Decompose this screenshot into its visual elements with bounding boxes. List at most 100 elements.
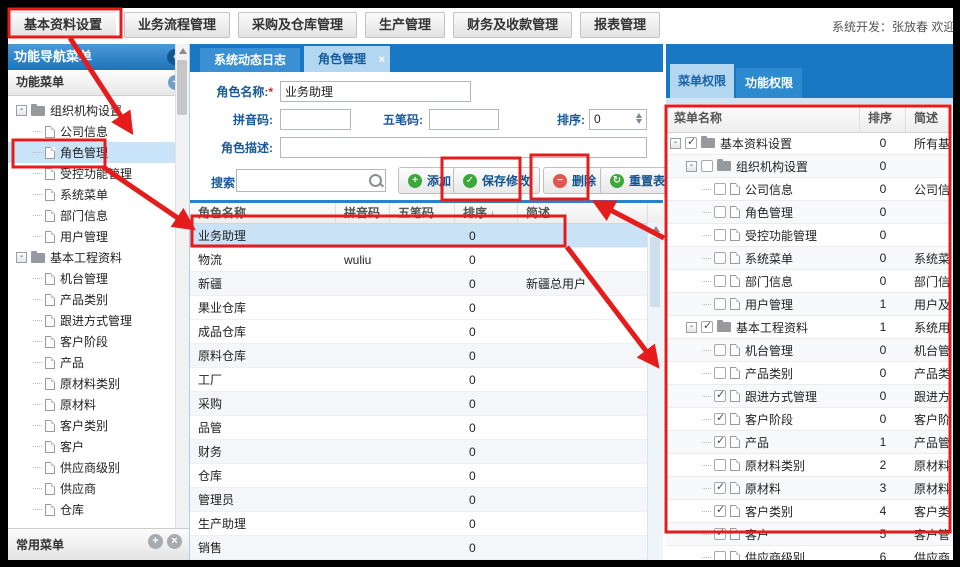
sidebar-item[interactable]: 角色管理 <box>8 142 189 163</box>
permission-row[interactable]: 受控功能管理0 <box>666 224 953 247</box>
permission-row[interactable]: 原材料类别2原材料 <box>666 454 953 477</box>
sidebar-item[interactable]: 客户类别 <box>8 415 189 436</box>
permission-row[interactable]: 客户类别4客户类 <box>666 500 953 523</box>
column-header[interactable]: 菜单名称 <box>666 104 860 132</box>
tab-1[interactable]: 系统动态日志 <box>200 48 300 72</box>
menu-button-4[interactable]: 生产管理 <box>365 12 445 38</box>
spinner-arrows-icon[interactable] <box>633 112 644 125</box>
permission-row[interactable]: 客户5客户管 <box>666 523 953 546</box>
menu-button-5[interactable]: 财务及收款管理 <box>453 12 572 38</box>
menu-button-3[interactable]: 采购及仓库管理 <box>238 12 357 38</box>
table-row[interactable]: 品管0 <box>190 416 663 440</box>
checkbox-unchecked[interactable] <box>714 275 726 287</box>
toolbar-button-3[interactable]: −删除 <box>543 167 606 194</box>
sidebar-item[interactable]: 机台管理 <box>8 268 189 289</box>
column-header[interactable]: 角色名称 <box>190 203 336 223</box>
collapse-icon[interactable]: - <box>686 322 697 333</box>
column-header[interactable]: 简述 <box>518 203 648 223</box>
close-circle-icon[interactable]: × <box>167 534 182 549</box>
permission-row[interactable]: 系统菜单0系统菜 <box>666 247 953 270</box>
sidebar-item[interactable]: 原材料类别 <box>8 373 189 394</box>
menu-button-1[interactable]: 基本资料设置 <box>10 12 116 38</box>
checkbox-unchecked[interactable] <box>714 367 726 379</box>
checkbox-unchecked[interactable] <box>714 206 726 218</box>
table-row[interactable]: 销售0 <box>190 536 663 560</box>
permission-row[interactable]: -组织机构设置0 <box>666 155 953 178</box>
permission-row[interactable]: 公司信息0公司信 <box>666 178 953 201</box>
sidebar-item[interactable]: 部门信息 <box>8 205 189 226</box>
checkbox-unchecked[interactable] <box>714 459 726 471</box>
table-row[interactable]: 新疆0新疆总用户 <box>190 272 663 296</box>
permission-row[interactable]: 用户管理1用户及 <box>666 293 953 316</box>
table-row[interactable]: 生产助理0 <box>190 512 663 536</box>
scroll-up-icon[interactable] <box>179 48 187 54</box>
table-row[interactable]: 果业仓库0 <box>190 296 663 320</box>
tab-2[interactable]: 角色管理× <box>304 46 390 72</box>
checkbox-unchecked[interactable] <box>714 229 726 241</box>
permissions-tab-2[interactable]: 功能权限 <box>736 68 802 98</box>
checkbox-checked[interactable] <box>714 505 726 517</box>
permission-row[interactable]: 机台管理0机台管 <box>666 339 953 362</box>
sidebar-item[interactable]: 客户 <box>8 436 189 457</box>
checkbox-unchecked[interactable] <box>714 344 726 356</box>
column-header[interactable]: 五笔码 <box>390 203 455 223</box>
table-row[interactable]: 原料仓库0 <box>190 344 663 368</box>
sidebar-item[interactable]: 产品类别 <box>8 289 189 310</box>
checkbox-checked[interactable] <box>714 390 726 402</box>
checkbox-unchecked[interactable] <box>701 160 713 172</box>
checkbox-checked[interactable] <box>701 321 713 333</box>
sidebar-footer[interactable]: 常用菜单 + × <box>8 528 189 560</box>
sidebar-item[interactable]: 用户管理 <box>8 226 189 247</box>
checkbox-checked[interactable] <box>714 413 726 425</box>
scroll-thumb[interactable] <box>177 60 187 115</box>
checkbox-checked[interactable] <box>714 528 726 540</box>
permissions-tab-1[interactable]: 菜单权限 <box>670 64 734 98</box>
permission-row[interactable]: 产品类别0产品类 <box>666 362 953 385</box>
sidebar-item[interactable]: 原材料 <box>8 394 189 415</box>
table-row[interactable]: 物流wuliu0 <box>190 248 663 272</box>
permission-row[interactable]: 角色管理0 <box>666 201 953 224</box>
close-icon[interactable]: × <box>379 47 385 73</box>
table-row[interactable]: 管理员0 <box>190 488 663 512</box>
checkbox-checked[interactable] <box>685 137 697 149</box>
table-row[interactable]: 成品仓库0 <box>190 320 663 344</box>
sidebar-item[interactable]: -组织机构设置 <box>8 100 189 121</box>
sidebar-item[interactable]: 仓库 <box>8 499 189 520</box>
search-input[interactable] <box>237 170 369 189</box>
column-header[interactable]: 简述 <box>906 104 953 132</box>
checkbox-unchecked[interactable] <box>714 298 726 310</box>
toolbar-button-2[interactable]: ✓保存修改 <box>453 167 540 194</box>
column-header[interactable]: 排序 <box>860 104 906 132</box>
menu-button-6[interactable]: 报表管理 <box>580 12 660 38</box>
sidebar-item[interactable]: 受控功能管理 <box>8 163 189 184</box>
sidebar-section-header[interactable]: 功能菜单 − <box>8 70 189 96</box>
role-name-input[interactable] <box>280 81 471 102</box>
scroll-thumb[interactable] <box>650 237 660 307</box>
collapse-icon[interactable]: - <box>670 138 681 149</box>
permission-row[interactable]: 供应商级别6供应商 <box>666 546 953 560</box>
wubi-input[interactable] <box>429 109 499 130</box>
permission-row[interactable]: -基本工程资料1系统用 <box>666 316 953 339</box>
sidebar-item[interactable]: -基本工程资料 <box>8 247 189 268</box>
permission-row[interactable]: 客户阶段0客户阶 <box>666 408 953 431</box>
table-row[interactable]: 财务0 <box>190 440 663 464</box>
sidebar-item[interactable]: 系统菜单 <box>8 184 189 205</box>
permission-row[interactable]: 部门信息0部门信 <box>666 270 953 293</box>
checkbox-unchecked[interactable] <box>714 551 726 560</box>
sidebar-item[interactable]: 供应商级别 <box>8 457 189 478</box>
table-row[interactable]: 仓库0 <box>190 464 663 488</box>
checkbox-unchecked[interactable] <box>714 183 726 195</box>
role-desc-input[interactable] <box>280 137 647 158</box>
collapse-icon[interactable]: - <box>16 252 27 263</box>
pinyin-input[interactable] <box>280 109 351 130</box>
table-row[interactable]: 采购0 <box>190 392 663 416</box>
search-icon[interactable] <box>369 174 382 187</box>
checkbox-unchecked[interactable] <box>714 252 726 264</box>
column-header[interactable]: 排序 ↓ <box>455 203 518 223</box>
sidebar-item[interactable]: 产品 <box>8 352 189 373</box>
collapse-icon[interactable]: - <box>686 161 697 172</box>
menu-button-2[interactable]: 业务流程管理 <box>124 12 230 38</box>
collapse-icon[interactable]: - <box>16 105 27 116</box>
table-row[interactable]: 业务助理0 <box>190 224 663 248</box>
scroll-up-icon[interactable] <box>652 226 660 232</box>
